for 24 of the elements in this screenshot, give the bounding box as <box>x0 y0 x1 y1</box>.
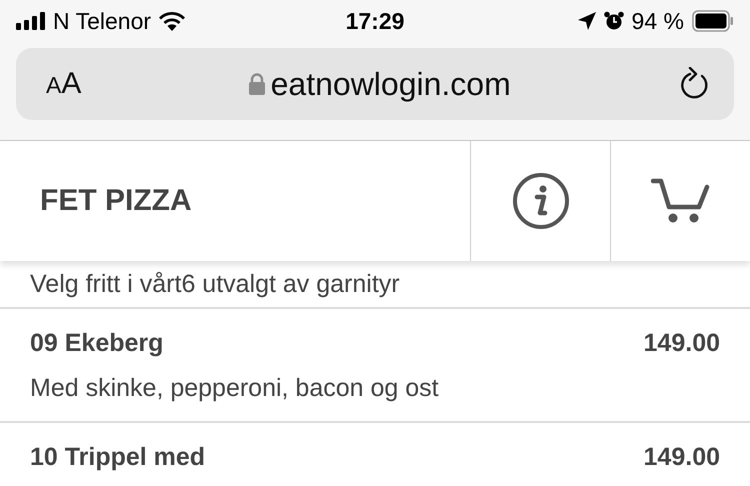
lock-icon <box>248 73 265 95</box>
wifi-icon <box>158 11 186 31</box>
menu-item[interactable]: 09 Ekeberg 149.00 Med skinke, pepperoni, bacon og ost <box>0 309 750 423</box>
info-icon <box>512 172 570 230</box>
item-description: Med skinke, pepperoni, bacon og ost <box>30 374 440 403</box>
item-price: 149.00 <box>644 443 720 472</box>
address-bar[interactable]: AA eatnowlogin.com <box>16 48 734 120</box>
battery-percentage: 94 % <box>632 8 684 34</box>
item-name: 09 Ekeberg <box>30 329 164 358</box>
clock-time: 17:29 <box>346 8 404 34</box>
alarm-clock-icon <box>604 11 624 31</box>
battery-icon <box>692 10 734 32</box>
menu-item[interactable]: 10 Trippel med 149.00 <box>0 423 750 486</box>
location-arrow-icon <box>578 12 596 30</box>
url-text: eatnowlogin.com <box>270 66 511 102</box>
signal-icon <box>16 12 46 30</box>
item-name: 10 Trippel med <box>30 443 206 472</box>
carrier-name: N Telenor <box>53 8 152 34</box>
cart-icon <box>650 177 710 225</box>
reload-icon[interactable] <box>678 67 710 101</box>
restaurant-name: FET PIZZA <box>40 184 192 218</box>
text-size-button[interactable]: AA <box>46 67 82 101</box>
item-price: 149.00 <box>644 329 720 358</box>
category-description: Velg fritt i vårt6 utvalgt av garnityr <box>30 270 400 298</box>
